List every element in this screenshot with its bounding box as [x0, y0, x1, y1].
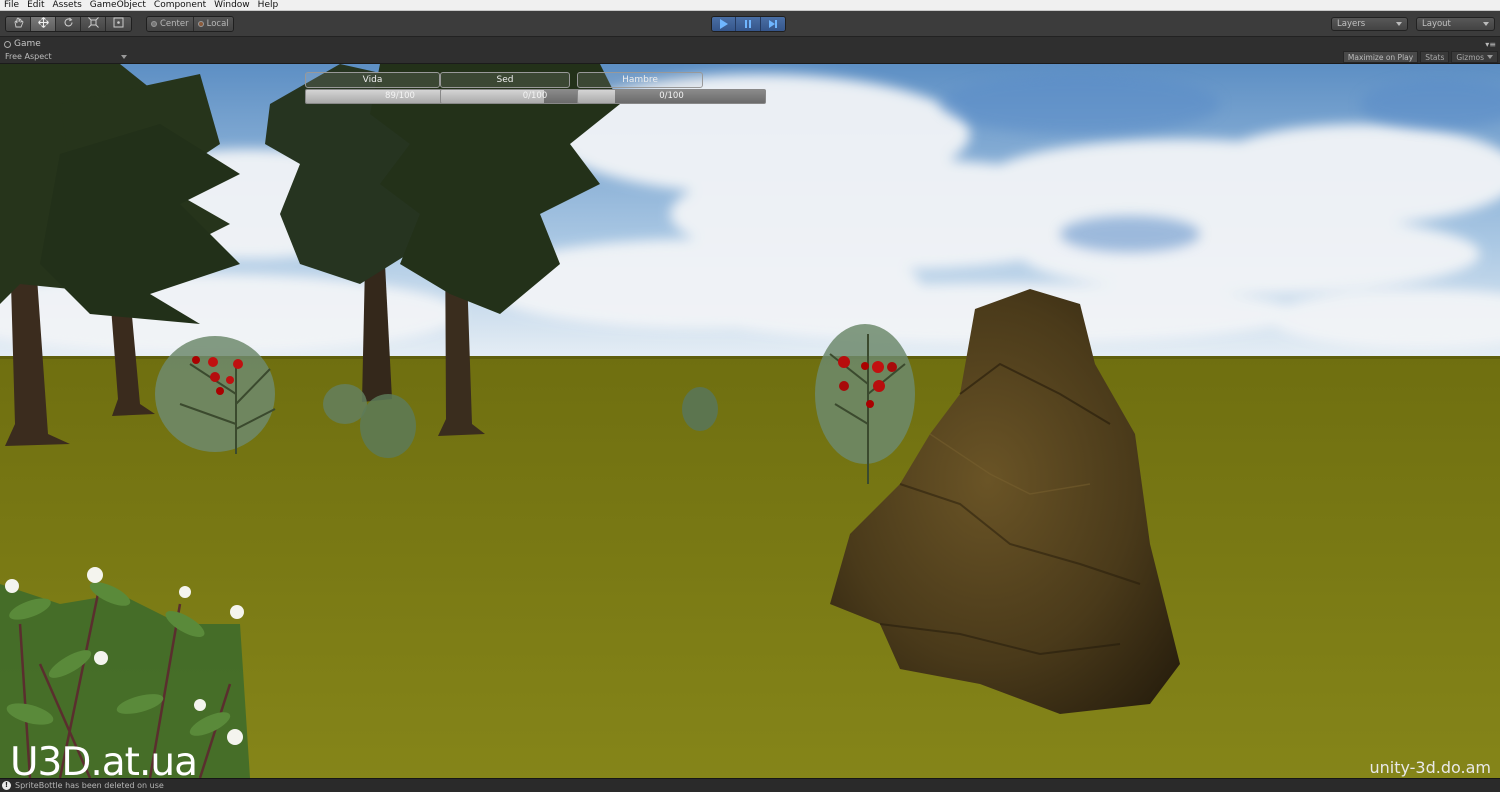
aspect-label: Free Aspect — [5, 52, 52, 61]
menu-file[interactable]: File — [0, 0, 23, 11]
layout-dropdown[interactable]: Layout — [1416, 17, 1495, 31]
status-bar[interactable]: ! SpriteBottle has been deleted on use — [0, 778, 1500, 792]
menu-help[interactable]: Help — [254, 0, 283, 11]
bush-small-2 — [682, 387, 718, 431]
pause-icon — [745, 20, 752, 28]
hambre-value: 0/100 — [659, 91, 684, 101]
scale-tool-button[interactable] — [81, 17, 106, 31]
info-icon: ! — [2, 781, 11, 790]
game-scene — [0, 64, 1500, 778]
game-view-options: Maximize on Play Stats Gizmos — [1342, 51, 1498, 63]
rect-icon — [113, 17, 124, 31]
vida-label-text: Vida — [362, 75, 383, 85]
stats-label: Stats — [1425, 52, 1445, 62]
rect-tool-button[interactable] — [106, 17, 131, 31]
rotate-icon — [63, 17, 74, 31]
play-button[interactable] — [712, 17, 737, 31]
menu-window[interactable]: Window — [210, 0, 254, 11]
hud-vida-label: Vida — [305, 72, 440, 88]
layers-label: Layers — [1337, 19, 1366, 29]
hud-hambre-label: Hambre — [577, 72, 703, 88]
menu-assets[interactable]: Assets — [49, 0, 86, 11]
hand-icon — [13, 17, 24, 31]
tab-options-icon[interactable]: ▾≡ — [1485, 40, 1496, 49]
local-label: Local — [206, 19, 229, 29]
step-button[interactable] — [760, 17, 785, 31]
hud-sed-label: Sed — [440, 72, 570, 88]
tab-game-label: Game — [14, 39, 41, 49]
rotate-tool-button[interactable] — [56, 17, 81, 31]
local-icon — [197, 21, 204, 27]
layout-label: Layout — [1422, 19, 1451, 29]
pivot-toggles: Center Local — [146, 16, 234, 32]
play-icon — [719, 19, 728, 29]
chevron-down-icon — [1396, 22, 1402, 26]
aspect-dropdown[interactable]: Free Aspect — [5, 52, 127, 61]
stats-toggle[interactable]: Stats — [1420, 51, 1450, 63]
pivot-center-button[interactable]: Center — [147, 17, 194, 31]
move-tool-button[interactable] — [31, 17, 56, 31]
menu-gameobject[interactable]: GameObject — [86, 0, 150, 11]
menu-bar: File Edit Assets GameObject Component Wi… — [0, 0, 1500, 11]
scale-icon — [87, 17, 99, 31]
playback-controls — [711, 16, 786, 32]
watermark-right: unity-3d.do.am — [1369, 758, 1491, 777]
pivot-label: Center — [160, 19, 189, 29]
chevron-down-icon — [1487, 55, 1493, 59]
chevron-down-icon — [121, 54, 127, 59]
tab-game[interactable]: Game — [4, 39, 41, 49]
transform-tools — [5, 16, 132, 32]
game-tab-header: Game Free Aspect ▾≡ Maximize on Play Sta… — [0, 37, 1500, 64]
menu-edit[interactable]: Edit — [23, 0, 48, 11]
pivot-icon — [151, 21, 157, 27]
sed-label-text: Sed — [496, 75, 514, 85]
game-icon — [4, 40, 11, 48]
step-icon — [768, 20, 777, 28]
game-viewport[interactable]: Vida Sed Hambre 89/100 0/100 0/100 U3D.a… — [0, 64, 1500, 778]
pivot-local-button[interactable]: Local — [193, 17, 233, 31]
watermark-left: U3D.at.ua — [10, 740, 198, 778]
hambre-label-text: Hambre — [622, 75, 658, 85]
chevron-down-icon — [1483, 22, 1489, 26]
hambre-bar: 0/100 — [577, 89, 766, 104]
hand-tool-button[interactable] — [6, 17, 31, 31]
maximize-on-play-toggle[interactable]: Maximize on Play — [1342, 51, 1419, 63]
move-icon — [37, 17, 49, 31]
maximize-label: Maximize on Play — [1347, 52, 1414, 62]
gizmos-dropdown[interactable]: Gizmos — [1451, 51, 1498, 63]
gizmos-label: Gizmos — [1456, 52, 1484, 62]
menu-component[interactable]: Component — [150, 0, 210, 11]
layers-dropdown[interactable]: Layers — [1331, 17, 1408, 31]
status-message: SpriteBottle has been deleted on use — [15, 781, 164, 790]
pause-button[interactable] — [736, 17, 761, 31]
toolbar: Center Local Layers Layout — [0, 11, 1500, 37]
